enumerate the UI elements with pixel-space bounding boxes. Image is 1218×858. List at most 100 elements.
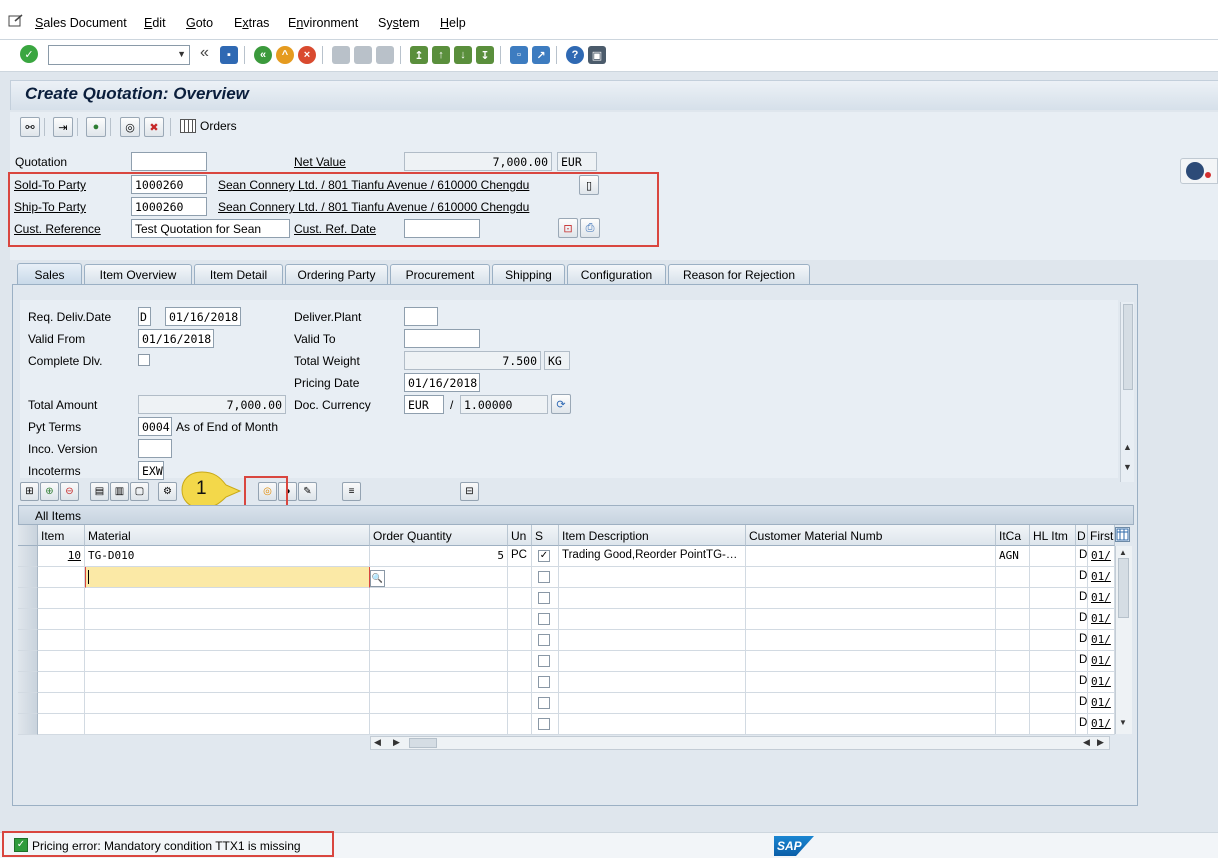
cell-qty[interactable] [370,693,508,714]
cell-desc[interactable] [559,567,746,588]
deselect-all-icon[interactable]: ▢ [130,482,149,501]
scroll-right-icon[interactable]: ▶ [393,737,400,748]
display-document-flow-icon[interactable]: ⚯ [20,117,40,137]
customize-layout-icon[interactable]: ▣ [588,46,606,64]
tab-item-detail[interactable]: Item Detail [194,264,283,284]
cell-d[interactable]: D [1076,693,1088,714]
item-details-icon[interactable]: ⊞ [20,482,39,501]
shortcut-icon[interactable]: ↗ [532,46,550,64]
checkbox[interactable] [538,655,550,667]
material-input-active[interactable] [85,567,370,588]
checked-checkbox[interactable]: ✓ [538,550,550,562]
cell-material[interactable] [85,672,370,693]
document-icon[interactable]: ▯ [579,175,599,195]
pricing-date-input[interactable]: 01/16/2018 [404,373,480,392]
refresh-rate-icon[interactable]: ⟳ [551,394,571,414]
cell-unit[interactable] [508,630,532,651]
column-header-itca[interactable]: ItCa [996,525,1030,546]
column-header-s[interactable]: S [532,525,559,546]
column-header-item[interactable]: Item [38,525,85,546]
row-selector[interactable] [18,546,38,567]
cell-first[interactable]: 01/ [1088,588,1115,609]
cell-hl[interactable] [1030,546,1076,567]
cell-material[interactable] [85,588,370,609]
print-preview-icon[interactable]: ⎙ [580,218,600,238]
select-all-icon[interactable]: ▤ [90,482,109,501]
column-header-customer-material[interactable]: Customer Material Numb [746,525,996,546]
cell-item[interactable] [38,651,85,672]
req-deliv-date-input[interactable]: 01/16/2018 [165,307,241,326]
back-icon[interactable]: « [254,46,272,64]
cell-d[interactable]: D [1076,588,1088,609]
cell-qty[interactable] [370,609,508,630]
side-panel-icon[interactable] [1180,158,1218,184]
cell-d[interactable]: D [1076,714,1088,735]
cell-itca[interactable] [996,672,1030,693]
cell-unit[interactable] [508,672,532,693]
cell-material[interactable] [85,651,370,672]
menu-extras[interactable]: Extras [234,16,269,30]
cell-desc[interactable] [559,651,746,672]
first-page-icon[interactable]: ↥ [410,46,428,64]
row-selector[interactable] [18,672,38,693]
cell-itca[interactable] [996,588,1030,609]
cell-itca[interactable] [996,609,1030,630]
scroll-up-icon[interactable]: ▲ [1123,442,1132,452]
cell-d[interactable]: D [1076,567,1088,588]
req-deliv-type-input[interactable]: D [138,307,151,326]
inco-version-input[interactable] [138,439,172,458]
cell-item[interactable] [38,693,85,714]
cell-item[interactable] [38,588,85,609]
tab-sales[interactable]: Sales [17,263,82,285]
cancel-icon[interactable]: × [298,46,316,64]
cell-cust-mat[interactable] [746,672,996,693]
deliver-plant-input[interactable] [404,307,438,326]
checkbox[interactable] [538,676,550,688]
menu-environment[interactable]: Environment [288,16,358,30]
orders-table-icon[interactable] [180,119,196,133]
cell-cust-mat[interactable] [746,609,996,630]
menu-sales-document[interactable]: Sales Document [35,16,127,30]
cell-hl[interactable] [1030,609,1076,630]
cell-first[interactable]: 01/ [1088,693,1115,714]
cell-item[interactable]: 10 [38,546,85,567]
cell-qty[interactable] [370,714,508,735]
row-selector[interactable] [18,588,38,609]
tab-item-overview[interactable]: Item Overview [84,264,192,284]
cell-unit[interactable] [508,693,532,714]
cell-qty[interactable] [370,651,508,672]
cell-material[interactable] [85,693,370,714]
cust-ref-date-input[interactable] [404,219,480,238]
cell-desc[interactable] [559,588,746,609]
valid-from-input[interactable]: 01/16/2018 [138,329,214,348]
cell-hl[interactable] [1030,567,1076,588]
cell-hl[interactable] [1030,672,1076,693]
table-horizontal-scrollbar[interactable]: ◀ ▶ ◀ ▶ [370,736,1110,750]
column-header-item-description[interactable]: Item Description [559,525,746,546]
cell-material[interactable] [85,630,370,651]
cell-cust-mat[interactable] [746,630,996,651]
cell-item[interactable] [38,714,85,735]
cell-cust-mat[interactable] [746,693,996,714]
cell-cust-mat[interactable] [746,651,996,672]
cell-cust-mat[interactable] [746,546,996,567]
scroll-thumb[interactable] [1118,558,1129,618]
cell-hl[interactable] [1030,630,1076,651]
insert-row-icon[interactable]: ⊕ [40,482,59,501]
delete-block-icon[interactable]: ✖ [144,117,164,137]
cell-itca[interactable] [996,714,1030,735]
delete-row-icon[interactable]: ⊖ [60,482,79,501]
cell-d[interactable]: D [1076,546,1088,567]
exit-icon[interactable]: ^ [276,46,294,64]
cell-first[interactable]: 01/ [1088,714,1115,735]
cell-desc[interactable]: Trading Good,Reorder PointTG-… [559,546,746,567]
valid-to-input[interactable] [404,329,480,348]
cust-reference-input[interactable]: Test Quotation for Sean [131,219,290,238]
pyt-terms-input[interactable]: 0004 [138,417,172,436]
cell-first[interactable]: 01/ [1088,651,1115,672]
menu-help[interactable]: Help [440,16,466,30]
menu-edit[interactable]: Edit [144,16,166,30]
cell-qty[interactable]: 5 [370,546,508,567]
cell-qty[interactable] [370,630,508,651]
incoterms-input[interactable]: EXW [138,461,164,480]
